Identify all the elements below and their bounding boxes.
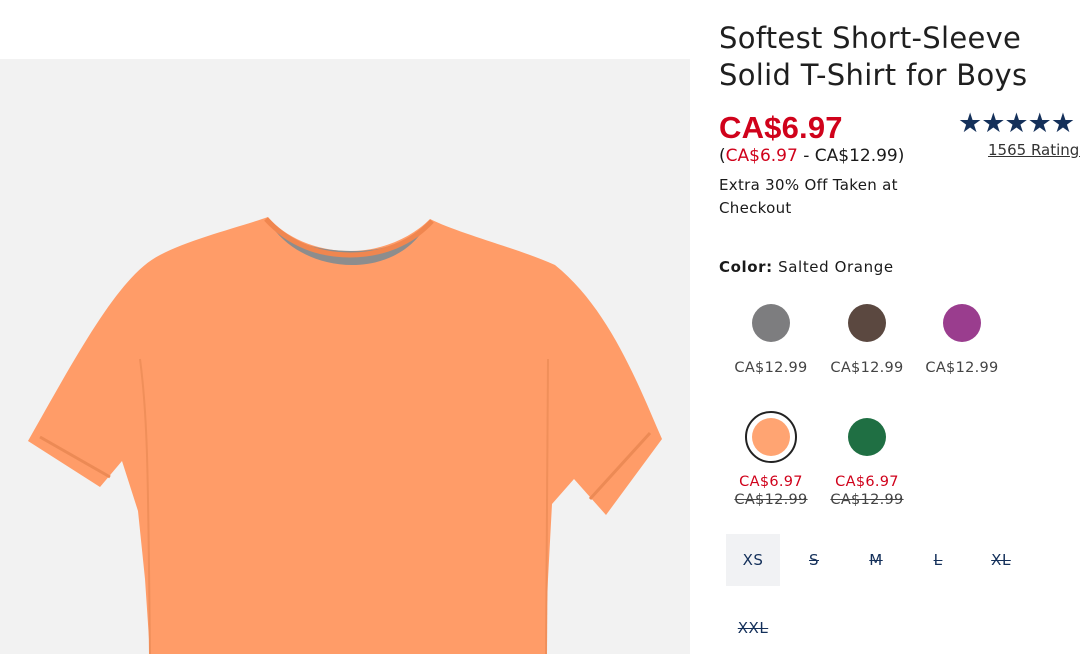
swatch-price: CA$12.99 — [925, 360, 999, 376]
sale-price: CA$6.97 — [719, 110, 843, 145]
swatch-price: CA$12.99 — [734, 360, 808, 376]
swatch-sale-price: CA$6.97 — [739, 474, 803, 490]
size-xxl[interactable]: XXL — [726, 602, 780, 654]
price-range-low: CA$6.97 — [725, 146, 798, 166]
swatch-dot — [752, 304, 790, 342]
price-range-separator: - — [797, 146, 815, 166]
swatch-dot — [943, 304, 981, 342]
color-swatch-salted-orange[interactable]: CA$6.97 CA$12.99 — [725, 411, 817, 509]
swatch-price: CA$6.97 CA$12.99 — [725, 473, 817, 509]
swatch-ring — [841, 297, 893, 349]
price-range-close: ) — [897, 146, 905, 166]
swatch-ring — [745, 297, 797, 349]
size-s[interactable]: S — [790, 534, 838, 586]
swatch-ring-selected — [745, 411, 797, 463]
swatch-ring — [936, 297, 988, 349]
selected-color-name: Salted Orange — [778, 258, 894, 276]
color-swatch-purple[interactable]: CA$12.99 — [916, 297, 1008, 377]
star-rating-icon[interactable]: ★★★★★ — [958, 108, 1075, 139]
size-l[interactable]: L — [914, 534, 962, 586]
price-range-open: ( — [719, 146, 726, 166]
swatch-dot — [848, 304, 886, 342]
swatch-price: CA$6.97 CA$12.99 — [821, 473, 913, 509]
swatch-sale-price: CA$6.97 — [835, 474, 899, 490]
color-label: Color: Salted Orange — [719, 258, 894, 276]
swatch-dot — [848, 418, 886, 456]
size-xs[interactable]: XS — [726, 534, 780, 586]
swatch-price: CA$12.99 — [830, 360, 904, 376]
price-range: (CA$6.97 - CA$12.99) — [719, 146, 904, 166]
promo-text: Extra 30% Off Taken at Checkout — [719, 176, 898, 217]
color-swatch-brown[interactable]: CA$12.99 — [821, 297, 913, 377]
color-swatch-green[interactable]: CA$6.97 CA$12.99 — [821, 411, 913, 509]
swatch-ring — [841, 411, 893, 463]
swatch-original-price: CA$12.99 — [734, 492, 808, 508]
price-range-high: CA$12.99 — [814, 146, 898, 166]
swatch-original-price: CA$12.99 — [830, 492, 904, 508]
swatch-dot — [752, 418, 790, 456]
product-image[interactable] — [0, 59, 690, 654]
size-xl[interactable]: XL — [976, 534, 1026, 586]
color-label-key: Color: — [719, 258, 773, 276]
product-title: Softest Short-Sleeve Solid T-Shirt for B… — [719, 21, 1028, 92]
size-m[interactable]: M — [852, 534, 900, 586]
ratings-link[interactable]: 1565 Ratings — [988, 141, 1080, 159]
color-swatch-gray[interactable]: CA$12.99 — [725, 297, 817, 377]
shirt-body — [28, 217, 662, 654]
